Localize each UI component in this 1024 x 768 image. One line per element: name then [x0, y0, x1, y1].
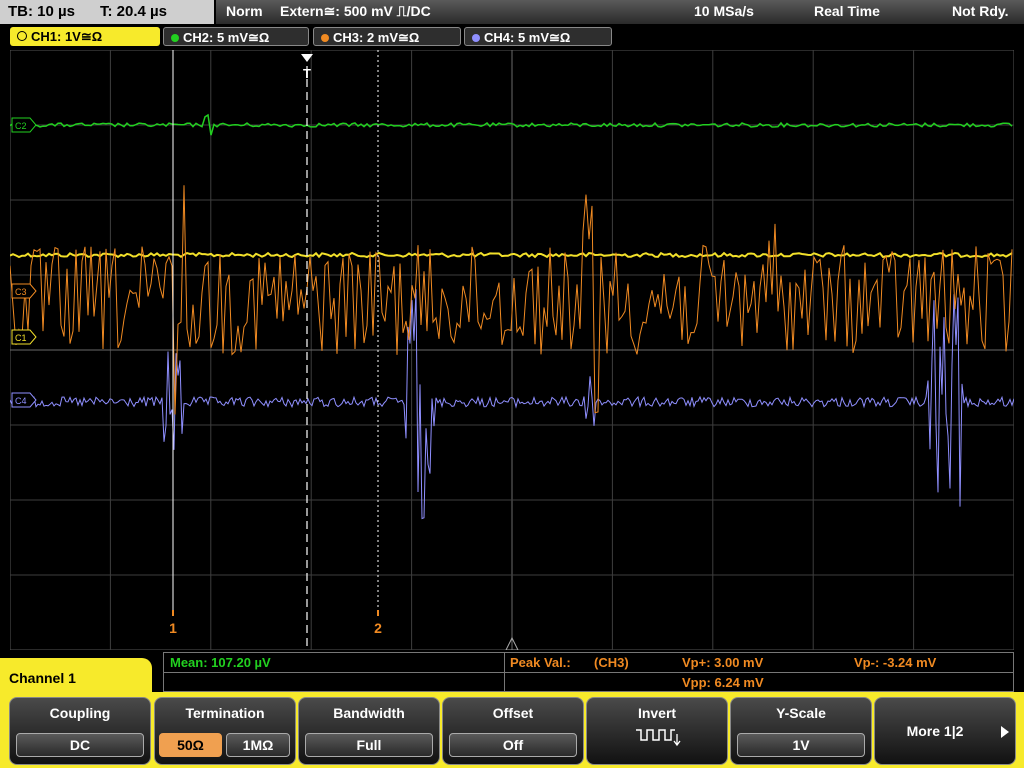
bandwidth-button[interactable]: Bandwidth Full: [298, 697, 440, 765]
y-scale-value: 1V: [737, 733, 865, 757]
timebase-label: TB: 10 µs: [8, 3, 75, 20]
channel-4-marker-label: C4: [15, 396, 27, 406]
offset-button[interactable]: Offset Off: [442, 697, 584, 765]
channel-2-dot-icon: [171, 34, 179, 42]
channel-4-marker[interactable]: C4: [11, 392, 37, 408]
channel-3-dot-icon: [321, 34, 329, 42]
more-label: More 1|2: [906, 723, 964, 739]
acquisition-mode: Real Time: [814, 3, 880, 19]
tab-channel-2[interactable]: CH2: 5 mV≅Ω: [163, 27, 309, 46]
channel-4-dot-icon: [472, 34, 480, 42]
tab-channel-1[interactable]: CH1: 1V≅Ω: [10, 27, 160, 46]
peak-value-source: (CH3): [594, 655, 629, 670]
channel-1-dot-icon: [17, 31, 27, 41]
termination-title: Termination: [185, 705, 265, 721]
cursor-2-label: 2: [374, 620, 382, 636]
termination-button[interactable]: Termination 50Ω 1MΩ: [154, 697, 296, 765]
invert-button[interactable]: Invert: [586, 697, 728, 765]
y-scale-button[interactable]: Y-Scale 1V: [730, 697, 872, 765]
trigger-state: Not Rdy.: [952, 3, 1009, 19]
termination-50-ohm-option[interactable]: 50Ω: [159, 733, 222, 757]
trigger-time-label: T: 20.4 µs: [100, 3, 168, 20]
measurement-panel: Mean: 107.20 µV Peak Val.: (CH3) Vp+: 3.…: [163, 652, 1014, 692]
timebase-box[interactable]: TB: 10 µs T: 20.4 µs: [0, 0, 214, 24]
tab-channel-3[interactable]: CH3: 2 mV≅Ω: [313, 27, 461, 46]
coupling-button[interactable]: Coupling DC: [9, 697, 151, 765]
channel-4-label: CH4: 5 mV≅Ω: [484, 30, 571, 45]
y-scale-title: Y-Scale: [776, 705, 826, 721]
more-button[interactable]: More 1|2: [874, 697, 1016, 765]
offset-value: Off: [449, 733, 577, 757]
bandwidth-value: Full: [305, 733, 433, 757]
menu-title-label: Channel 1: [9, 670, 76, 686]
trigger-marker-label: T: [303, 66, 311, 81]
channel-3-marker-label: C3: [15, 287, 27, 297]
termination-1-megaohm-option[interactable]: 1MΩ: [226, 733, 290, 757]
vp-minus-measurement: Vp-: -3.24 mV: [854, 655, 937, 670]
mean-measurement: Mean: 107.20 µV: [170, 655, 271, 670]
channel-1-marker-label: C1: [15, 333, 27, 343]
invert-title: Invert: [637, 705, 677, 721]
sample-rate: 10 MSa/s: [694, 3, 754, 19]
channel-2-label: CH2: 5 mV≅Ω: [183, 30, 270, 45]
channel-1-label: CH1: 1V≅Ω: [31, 29, 103, 44]
channel-2-marker[interactable]: C2: [11, 117, 37, 133]
cursor-1-label: 1: [169, 620, 177, 636]
next-page-icon: [1001, 726, 1009, 738]
trigger-mode: Norm: [226, 3, 263, 19]
bandwidth-title: Bandwidth: [333, 705, 405, 721]
coupling-title: Coupling: [49, 705, 111, 721]
offset-title: Offset: [492, 705, 534, 721]
peak-value-label: Peak Val.:: [510, 655, 571, 670]
acquisition-status: Norm Extern≅: 500 mV ⎍/DC 10 MSa/s Real …: [216, 0, 1024, 24]
channel-3-marker[interactable]: C3: [11, 283, 37, 299]
waveform-display[interactable]: T 1 2 C2 C3 C1 C4: [10, 50, 1014, 650]
channel-3-label: CH3: 2 mV≅Ω: [333, 30, 420, 45]
invert-waveform-icon: [636, 729, 681, 747]
channel-1-marker[interactable]: C1: [11, 329, 37, 345]
vpp-measurement: Vpp: 6.24 mV: [682, 675, 764, 690]
tab-channel-4[interactable]: CH4: 5 mV≅Ω: [464, 27, 612, 46]
channel-2-marker-label: C2: [15, 121, 27, 131]
coupling-value: DC: [16, 733, 144, 757]
trigger-source: Extern≅: 500 mV ⎍/DC: [280, 3, 431, 19]
vp-plus-measurement: Vp+: 3.00 mV: [682, 655, 764, 670]
